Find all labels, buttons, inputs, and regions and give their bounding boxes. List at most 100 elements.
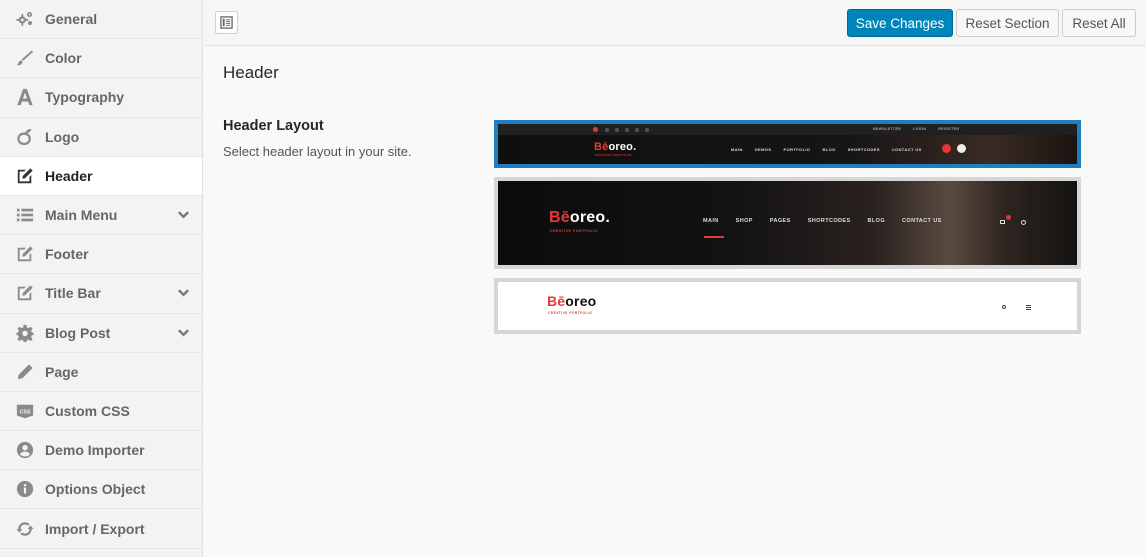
header-layout-thumbnail: Bēoreo. CREATIVE PORTFOLIO MAIN SHOP PAG… [498, 181, 1077, 265]
logo-icon [15, 127, 34, 146]
options-toolbar: Save Changes Reset Section Reset All [204, 0, 1146, 46]
nav-item: BLOG [822, 147, 836, 152]
sidebar-item-label: Demo Importer [45, 442, 145, 459]
sidebar-item-color[interactable]: Color [0, 39, 202, 79]
chevron-down-icon[interactable] [177, 208, 190, 221]
section-title: Header [223, 63, 279, 82]
sidebar-item-footer[interactable]: Footer [0, 235, 202, 275]
field-title: Header Layout [223, 118, 324, 134]
social-dot [615, 127, 619, 132]
nav-item: CONTACT US [902, 218, 942, 224]
sidebar-item-label: Custom CSS [45, 402, 130, 419]
thumb-topbar: NEWSLETTER LOGIN REGISTER [498, 124, 1077, 135]
logo-period: . [633, 141, 637, 153]
refresh-icon [15, 519, 34, 538]
sidebar-item-import-export[interactable]: Import / Export [0, 509, 202, 549]
logo-accent: Bē [594, 141, 609, 153]
sidebar-item-logo[interactable]: Logo [0, 118, 202, 157]
pencil-icon [15, 362, 34, 381]
reset-all-button[interactable]: Reset All [1062, 9, 1136, 37]
sidebar-item-label: Import / Export [45, 520, 145, 537]
sidebar-item-header[interactable]: Header [0, 156, 202, 196]
expand-toggle-button[interactable] [215, 11, 238, 34]
header-layout-thumbnail: Bēoreo CREATIVE PORTFOLIO [498, 282, 1077, 330]
chevron-down-icon[interactable] [177, 326, 190, 339]
font-icon [15, 88, 34, 107]
social-dot [625, 127, 629, 132]
sidebar-item-custom-css[interactable]: CSS Custom CSS [0, 392, 202, 432]
top-link: LOGIN [913, 127, 927, 131]
sidebar-item-general[interactable]: General [0, 0, 202, 40]
menu-icon [1026, 305, 1031, 310]
chevron-down-icon[interactable] [177, 286, 190, 299]
social-dot [635, 127, 639, 132]
top-link: REGISTER [938, 127, 960, 131]
cart-badge [1006, 215, 1011, 220]
sidebar-item-label: Options Object [45, 481, 146, 498]
brand-logo: Bēoreo [547, 293, 596, 309]
search-icon [957, 144, 966, 153]
header-layout-option-3[interactable]: Bēoreo CREATIVE PORTFOLIO [494, 278, 1081, 334]
nav-item: PORTFOLIO [783, 147, 811, 152]
sidebar-item-label: Blog Post [45, 324, 111, 341]
gear-icon [15, 323, 34, 342]
logo-accent: Bē [547, 293, 566, 309]
list-icon [15, 206, 34, 225]
logo-suffix: oreo [569, 209, 606, 226]
brand-tagline: CREATIVE PORTFOLIO [548, 311, 593, 315]
nav-item: SHORTCODES [847, 147, 880, 152]
sidebar-item-label: General [45, 11, 98, 28]
nav-item: PAGES [769, 218, 791, 224]
sidebar-item-blog-post[interactable]: Blog Post [0, 314, 202, 353]
nav-item: BLOG [867, 218, 886, 224]
sidebar-item-label: Typography [45, 89, 125, 106]
cart-icon [942, 144, 951, 153]
sidebar-item-demo-importer[interactable]: Demo Importer [0, 431, 202, 471]
header-layout-thumbnail: NEWSLETTER LOGIN REGISTER Bēoreo. CREATI… [498, 124, 1077, 164]
thumb-nav: MAIN DEMOS PORTFOLIO BLOG SHORTCODES CON… [731, 147, 922, 152]
search-icon [1002, 305, 1006, 309]
sidebar-item-label: Color [45, 50, 82, 67]
nav-item: SHORTCODES [807, 218, 851, 224]
nav-item: MAIN [731, 147, 743, 152]
sidebar-item-title-bar[interactable]: Title Bar [0, 274, 202, 314]
logo-period: . [605, 209, 610, 226]
logo-suffix: oreo [608, 141, 634, 153]
sidebar-item-label: Main Menu [45, 207, 118, 224]
edit-icon [15, 166, 34, 185]
thumb-header-bar: Bēoreo. CREATIVE PORTFOLIO MAIN DEMOS PO… [498, 135, 1077, 164]
sidebar-item-label: Footer [45, 246, 89, 263]
nav-item: CONTACT US [891, 147, 922, 152]
nav-item: MAIN [703, 218, 719, 224]
brand-logo: Bēoreo. [594, 141, 636, 153]
save-changes-button[interactable]: Save Changes [847, 9, 953, 37]
info-icon [15, 480, 34, 499]
logo-accent: Bē [549, 209, 570, 226]
sidebar-item-typography[interactable]: Typography [0, 78, 202, 118]
edit-icon [15, 284, 34, 303]
header-layout-option-2[interactable]: Bēoreo. CREATIVE PORTFOLIO MAIN SHOP PAG… [494, 177, 1081, 269]
logo-suffix: oreo [565, 293, 597, 309]
reset-section-button[interactable]: Reset Section [956, 9, 1059, 37]
user-circle-icon [15, 441, 34, 460]
gears-icon [15, 10, 34, 29]
social-dot [645, 127, 649, 132]
header-layout-option-1[interactable]: NEWSLETTER LOGIN REGISTER Bēoreo. CREATI… [494, 120, 1081, 168]
nav-active-underline [704, 236, 724, 238]
brand-tagline: CREATIVE PORTFOLIO [550, 229, 598, 233]
nav-item: SHOP [735, 218, 753, 224]
sidebar-item-label: Title Bar [45, 285, 101, 302]
css-icon: CSS [15, 401, 34, 420]
panel-icon [220, 16, 233, 29]
thumb-nav: MAIN SHOP PAGES SHORTCODES BLOG CONTACT … [703, 218, 942, 224]
brush-icon [15, 49, 34, 68]
sidebar-item-page[interactable]: Page [0, 353, 202, 392]
social-dot [593, 127, 598, 132]
nav-item: DEMOS [754, 147, 772, 152]
field-description: Select header layout in your site. [223, 144, 412, 159]
brand-logo: Bēoreo. [549, 209, 610, 227]
options-sidebar: General Color Typography Logo Header Mai… [0, 0, 203, 557]
sidebar-item-options-object[interactable]: Options Object [0, 470, 202, 510]
sidebar-item-main-menu[interactable]: Main Menu [0, 196, 202, 236]
top-link: NEWSLETTER [873, 127, 902, 131]
